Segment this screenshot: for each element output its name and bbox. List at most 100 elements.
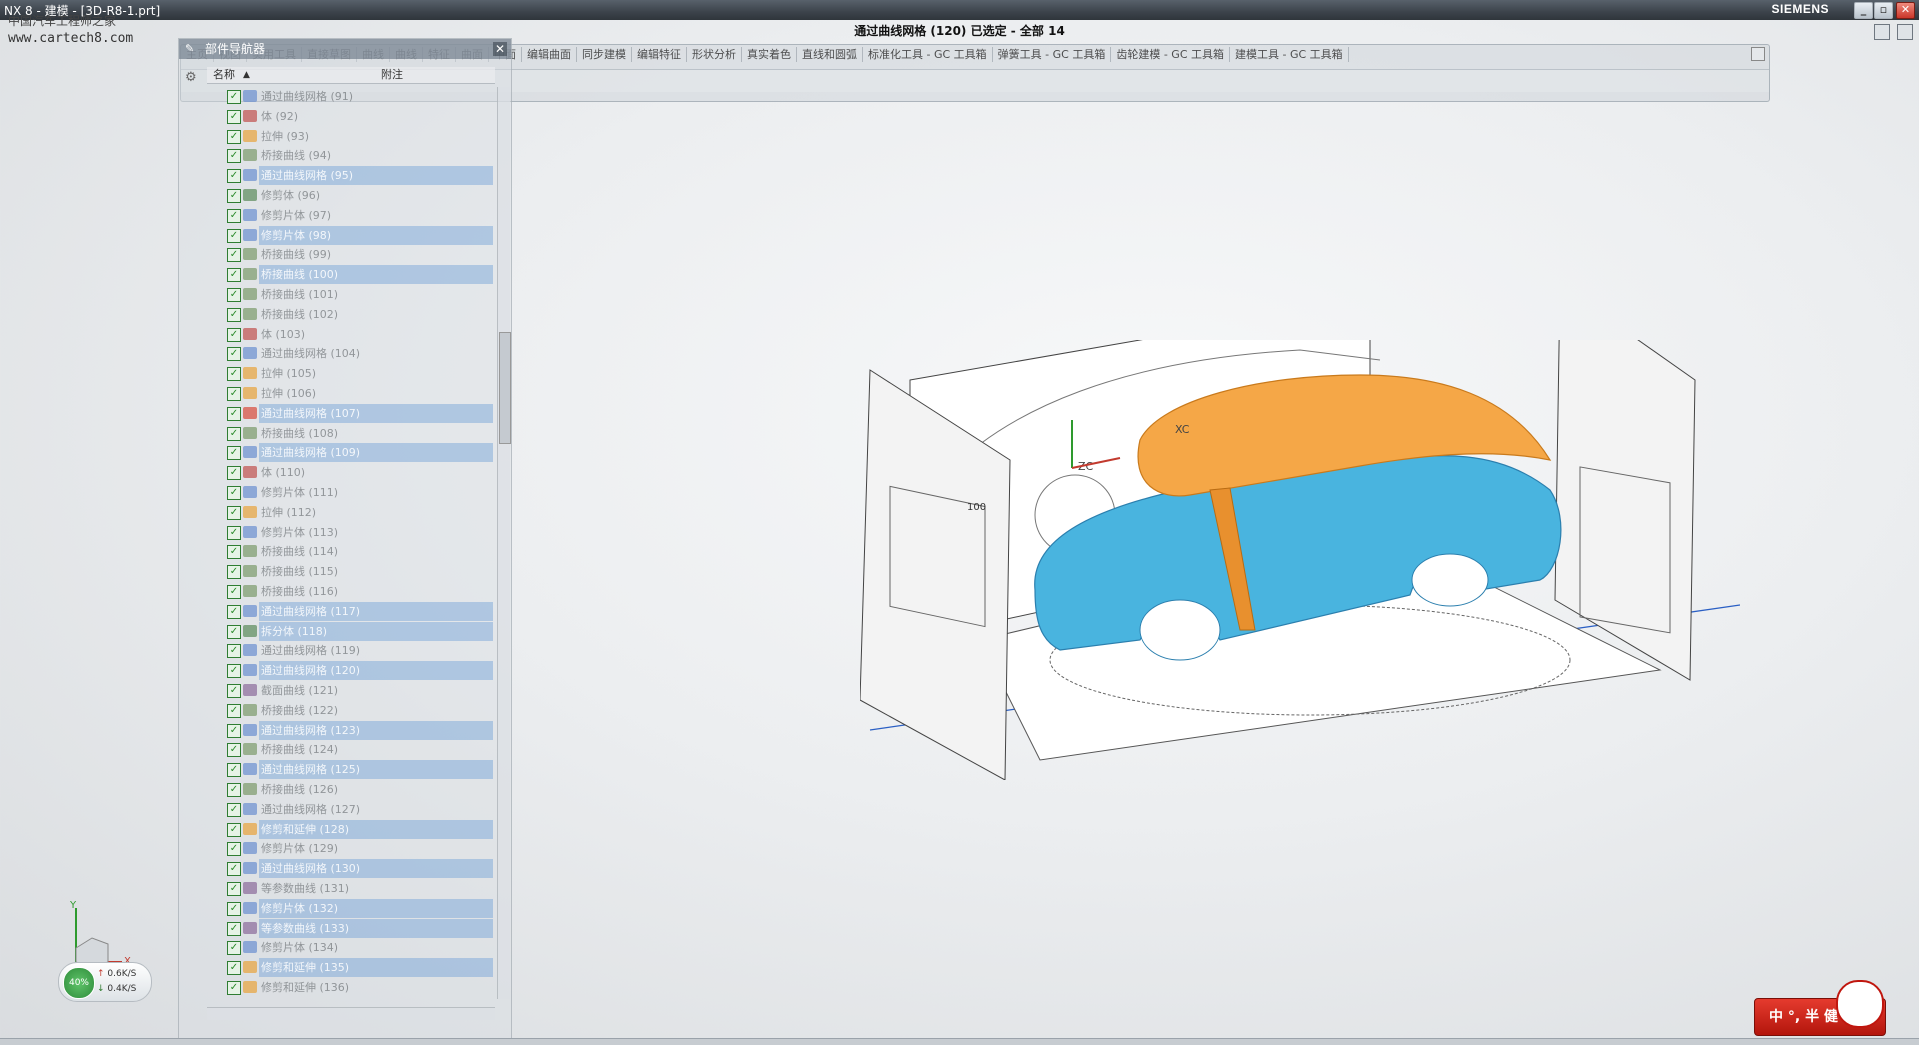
feature-row[interactable]: ✓ 桥接曲线 (114) [207, 542, 495, 561]
ribbon-tab[interactable]: 建模工具 - GC 工具箱 [1230, 47, 1349, 62]
feature-row[interactable]: ✓ 通过曲线网格 (109) [207, 443, 495, 462]
feature-checkbox[interactable]: ✓ [227, 110, 241, 124]
feature-checkbox[interactable]: ✓ [227, 189, 241, 203]
feature-checkbox[interactable]: ✓ [227, 981, 241, 995]
sort-ascending-icon[interactable]: ▲ [243, 67, 250, 83]
feature-checkbox[interactable]: ✓ [227, 427, 241, 441]
feature-row[interactable]: ✓ 修剪片体 (98) [207, 226, 495, 245]
feature-row[interactable]: ✓ 通过曲线网格 (130) [207, 859, 495, 878]
feature-row[interactable]: ✓ 修剪体 (96) [207, 186, 495, 205]
feature-row[interactable]: ✓ 体 (92) [207, 107, 495, 126]
feature-checkbox[interactable]: ✓ [227, 308, 241, 322]
ribbon-tab[interactable]: 真实着色 [742, 47, 797, 62]
feature-checkbox[interactable]: ✓ [227, 625, 241, 639]
feature-row[interactable]: ✓ 桥接曲线 (99) [207, 245, 495, 264]
feature-checkbox[interactable]: ✓ [227, 288, 241, 302]
feature-row[interactable]: ✓ 修剪片体 (111) [207, 483, 495, 502]
feature-checkbox[interactable]: ✓ [227, 328, 241, 342]
feature-checkbox[interactable]: ✓ [227, 902, 241, 916]
close-window-button[interactable]: ✕ [1896, 2, 1915, 19]
feature-checkbox[interactable]: ✓ [227, 763, 241, 777]
network-monitor[interactable]: 40% ↑ 0.6K/S ↓ 0.4K/S [58, 962, 152, 1002]
feature-checkbox[interactable]: ✓ [227, 387, 241, 401]
feature-checkbox[interactable]: ✓ [227, 704, 241, 718]
feature-row[interactable]: ✓ 通过曲线网格 (125) [207, 760, 495, 779]
feature-row[interactable]: ✓ 等参数曲线 (133) [207, 919, 495, 938]
ribbon-tab[interactable]: 标准化工具 - GC 工具箱 [863, 47, 993, 62]
feature-checkbox[interactable]: ✓ [227, 585, 241, 599]
feature-row[interactable]: ✓ 拉伸 (112) [207, 503, 495, 522]
graphics-viewport[interactable]: XC ZC 100 [860, 340, 1740, 780]
feature-checkbox[interactable]: ✓ [227, 644, 241, 658]
feature-row[interactable]: ✓ 修剪和延伸 (135) [207, 958, 495, 977]
feature-checkbox[interactable]: ✓ [227, 922, 241, 936]
feature-row[interactable]: ✓ 通过曲线网格 (127) [207, 800, 495, 819]
feature-checkbox[interactable]: ✓ [227, 268, 241, 282]
ribbon-options-icon[interactable] [1751, 47, 1765, 61]
feature-row[interactable]: ✓ 通过曲线网格 (91) [207, 87, 495, 106]
feature-row[interactable]: ✓ 桥接曲线 (126) [207, 780, 495, 799]
feature-checkbox[interactable]: ✓ [227, 783, 241, 797]
ribbon-tab[interactable]: 形状分析 [687, 47, 742, 62]
feature-row[interactable]: ✓ 拉伸 (105) [207, 364, 495, 383]
feature-row[interactable]: ✓ 桥接曲线 (124) [207, 740, 495, 759]
feature-checkbox[interactable]: ✓ [227, 803, 241, 817]
feature-row[interactable]: ✓ 桥接曲线 (100) [207, 265, 495, 284]
feature-checkbox[interactable]: ✓ [227, 684, 241, 698]
pin-icon[interactable]: ✎ [185, 43, 197, 55]
feature-row[interactable]: ✓ 通过曲线网格 (107) [207, 404, 495, 423]
feature-checkbox[interactable]: ✓ [227, 169, 241, 183]
feature-row[interactable]: ✓ 修剪片体 (134) [207, 938, 495, 957]
feature-checkbox[interactable]: ✓ [227, 130, 241, 144]
gear-icon[interactable]: ⚙ [185, 71, 199, 85]
navigator-vertical-scrollbar[interactable] [497, 87, 511, 999]
feature-row[interactable]: ✓ 拉伸 (106) [207, 384, 495, 403]
ribbon-tab[interactable]: 直线和圆弧 [797, 47, 863, 62]
navigator-horizontal-scrollbar[interactable] [207, 1007, 495, 1020]
feature-checkbox[interactable]: ✓ [227, 724, 241, 738]
feature-checkbox[interactable]: ✓ [227, 862, 241, 876]
feature-checkbox[interactable]: ✓ [227, 407, 241, 421]
feature-row[interactable]: ✓ 桥接曲线 (101) [207, 285, 495, 304]
feature-row[interactable]: ✓ 修剪和延伸 (128) [207, 820, 495, 839]
feature-row[interactable]: ✓ 修剪和延伸 (136) [207, 978, 495, 997]
feature-checkbox[interactable]: ✓ [227, 605, 241, 619]
feature-checkbox[interactable]: ✓ [227, 545, 241, 559]
feature-row[interactable]: ✓ 拆分体 (118) [207, 622, 495, 641]
feature-row[interactable]: ✓ 桥接曲线 (115) [207, 562, 495, 581]
feature-checkbox[interactable]: ✓ [227, 229, 241, 243]
maximize-button[interactable]: ▫ [1874, 2, 1893, 19]
feature-checkbox[interactable]: ✓ [227, 466, 241, 480]
feature-row[interactable]: ✓ 桥接曲线 (116) [207, 582, 495, 601]
restore-layout-icon[interactable] [1897, 24, 1913, 40]
feature-checkbox[interactable]: ✓ [227, 961, 241, 975]
ribbon-tab[interactable]: 弹簧工具 - GC 工具箱 [993, 47, 1112, 62]
feature-checkbox[interactable]: ✓ [227, 565, 241, 579]
feature-checkbox[interactable]: ✓ [227, 209, 241, 223]
minimize-button[interactable]: _ [1854, 2, 1873, 19]
feature-row[interactable]: ✓ 桥接曲线 (94) [207, 146, 495, 165]
ribbon-tab[interactable]: 齿轮建模 - GC 工具箱 [1111, 47, 1231, 62]
feature-row[interactable]: ✓ 通过曲线网格 (95) [207, 166, 495, 185]
feature-checkbox[interactable]: ✓ [227, 506, 241, 520]
feature-row[interactable]: ✓ 体 (103) [207, 325, 495, 344]
feature-row[interactable]: ✓ 修剪片体 (113) [207, 523, 495, 542]
feature-checkbox[interactable]: ✓ [227, 347, 241, 361]
feature-row[interactable]: ✓ 体 (110) [207, 463, 495, 482]
feature-row[interactable]: ✓ 等参数曲线 (131) [207, 879, 495, 898]
feature-row[interactable]: ✓ 修剪片体 (97) [207, 206, 495, 225]
feature-checkbox[interactable]: ✓ [227, 526, 241, 540]
navigator-scroll-thumb[interactable] [499, 332, 511, 444]
feature-row[interactable]: ✓ 桥接曲线 (122) [207, 701, 495, 720]
feature-row[interactable]: ✓ 拉伸 (93) [207, 127, 495, 146]
feature-checkbox[interactable]: ✓ [227, 882, 241, 896]
feature-checkbox[interactable]: ✓ [227, 149, 241, 163]
ribbon-tab[interactable]: 同步建模 [577, 47, 632, 62]
feature-row[interactable]: ✓ 通过曲线网格 (120) [207, 661, 495, 680]
ribbon-tab[interactable]: 编辑曲面 [522, 47, 577, 62]
close-navigator-button[interactable]: ✕ [493, 42, 507, 56]
feature-row[interactable]: ✓ 桥接曲线 (108) [207, 424, 495, 443]
feature-row[interactable]: ✓ 通过曲线网格 (119) [207, 641, 495, 660]
feature-checkbox[interactable]: ✓ [227, 90, 241, 104]
column-note[interactable]: 附注 [381, 67, 403, 83]
